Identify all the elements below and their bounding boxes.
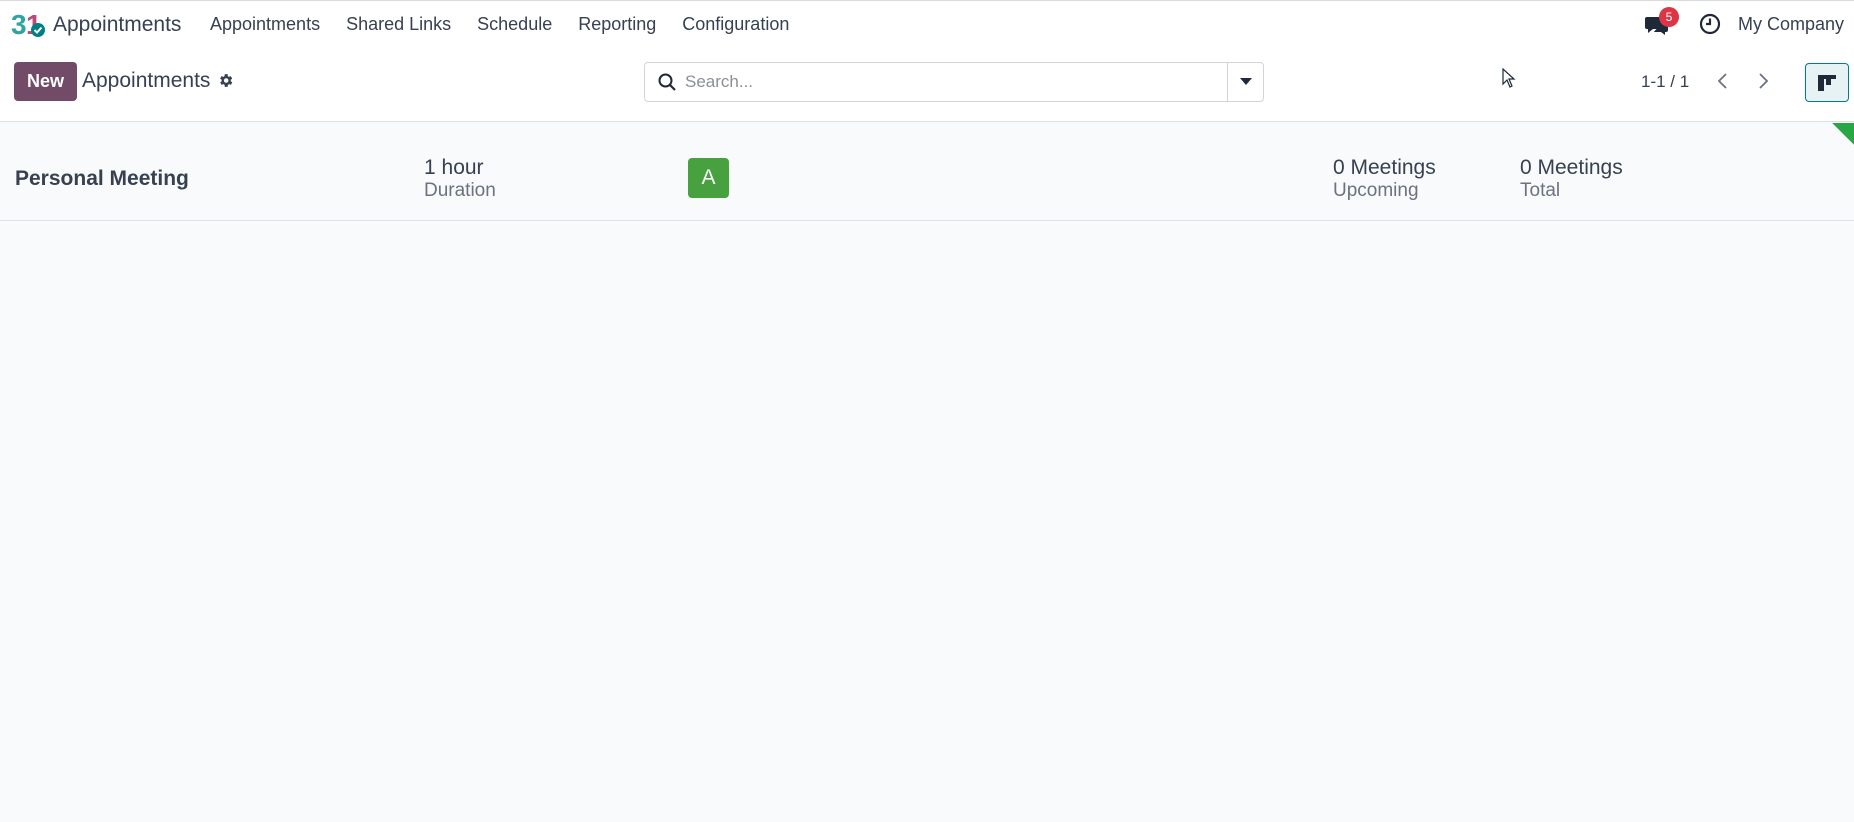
kanban-view-icon	[1818, 74, 1836, 91]
search-bar	[644, 62, 1265, 102]
mouse-cursor-icon	[1502, 68, 1516, 88]
duration-value: 1 hour	[424, 156, 484, 179]
pager-value[interactable]: 1-1 / 1	[1641, 72, 1689, 92]
chevron-right-icon[interactable]	[1753, 69, 1773, 93]
status-ribbon: PU	[1807, 123, 1854, 184]
company-switcher[interactable]: My Company	[1738, 14, 1844, 35]
svg-text:3: 3	[11, 9, 27, 38]
caret-down-icon	[1239, 78, 1252, 85]
top-navbar: 3 1 Appointments Appointments Shared Lin…	[0, 0, 1854, 47]
duration-label: Duration	[424, 180, 496, 201]
kanban-view-button[interactable]	[1805, 63, 1849, 102]
search-icon	[658, 73, 676, 91]
gear-icon[interactable]	[217, 72, 234, 89]
main-menu: Appointments Shared Links Schedule Repor…	[210, 14, 815, 35]
upcoming-label: Upcoming	[1333, 180, 1419, 201]
clock-icon[interactable]	[1699, 13, 1721, 35]
app-logo-icon[interactable]: 3 1	[11, 8, 45, 38]
chat-badge: 5	[1659, 7, 1679, 27]
new-button[interactable]: New	[14, 62, 77, 101]
menu-item-schedule[interactable]: Schedule	[477, 14, 552, 35]
search-options-toggle[interactable]	[1227, 63, 1263, 101]
control-panel: New Appointments 1-1 / 1	[0, 47, 1854, 122]
chevron-left-icon[interactable]	[1713, 69, 1733, 93]
menu-item-shared-links[interactable]: Shared Links	[346, 14, 451, 35]
total-label: Total	[1520, 180, 1561, 201]
menu-item-appointments[interactable]: Appointments	[210, 14, 320, 35]
total-value[interactable]: 0 Meetings	[1520, 156, 1623, 180]
menu-item-configuration[interactable]: Configuration	[682, 14, 789, 35]
record-name: Personal Meeting	[15, 167, 189, 190]
menu-item-reporting[interactable]: Reporting	[578, 14, 656, 35]
avatar: A	[688, 158, 729, 198]
search-input[interactable]	[685, 63, 1265, 101]
app-name[interactable]: Appointments	[53, 13, 181, 37]
page-title: Appointments	[82, 69, 211, 92]
list-item[interactable]: Personal Meeting 1 hour Duration A 0 Mee…	[0, 123, 1854, 221]
upcoming-value[interactable]: 0 Meetings	[1333, 156, 1436, 180]
